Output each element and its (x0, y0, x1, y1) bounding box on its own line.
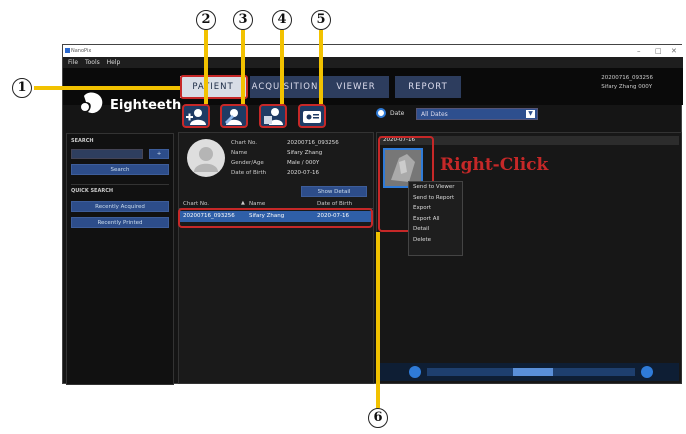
current-patient: Sifary Zhang 000Y (601, 84, 653, 90)
date-select-value: All Dates (421, 111, 448, 118)
chevron-down-icon: ▼ (526, 110, 535, 118)
menu-tools[interactable]: Tools (85, 59, 100, 66)
col-dob[interactable]: Date of Birth (317, 201, 352, 207)
window-title: NanoPix (71, 48, 92, 54)
show-detail-button[interactable]: Show Detail (301, 186, 367, 197)
context-menu: Send to Viewer Send to Report Export Exp… (408, 181, 463, 256)
date-select[interactable]: All Dates ▼ (416, 108, 538, 120)
avatar-icon (194, 147, 218, 172)
callout-4: 4 (272, 10, 292, 30)
maximize-button[interactable]: □ (655, 45, 662, 57)
date-radio[interactable] (376, 108, 386, 118)
add-patient-button[interactable] (182, 104, 210, 128)
current-chart: 20200716_093256 (601, 75, 653, 81)
title-bar: NanoPix – □ ✕ (63, 45, 683, 57)
add-patient-icon (186, 109, 206, 125)
menu-export-all[interactable]: Export All (409, 214, 462, 225)
menu-send-to-viewer[interactable]: Send to Viewer (409, 182, 462, 193)
callout-1: 1 (12, 78, 32, 98)
name-label: Name (231, 150, 248, 156)
patient-card-button[interactable] (298, 104, 326, 128)
row-highlight (178, 208, 373, 228)
brand-name: Eighteeth (110, 98, 182, 113)
left-panel: SEARCH + Search QUICK SEARCH Recently Ac… (66, 133, 174, 385)
scroll-bar[interactable] (379, 363, 679, 381)
gender-age-value: Male / 000Y (287, 160, 320, 166)
delete-patient-icon (264, 108, 283, 125)
scroll-track[interactable] (427, 368, 635, 376)
menu-delete[interactable]: Delete (409, 235, 462, 246)
recently-acquired-button[interactable]: Recently Acquired (71, 201, 169, 212)
dob-label: Date of Birth (231, 170, 267, 176)
tab-report[interactable]: REPORT (395, 76, 461, 98)
callout-2: 2 (196, 10, 216, 30)
scroll-thumb[interactable] (513, 368, 553, 376)
menu-send-to-report[interactable]: Send to Report (409, 193, 462, 204)
tab-acquisition[interactable]: ACQUISITION (250, 76, 320, 98)
name-value: Sifary Zhang (287, 150, 323, 156)
recently-printed-button[interactable]: Recently Printed (71, 217, 169, 228)
tab-viewer[interactable]: VIEWER (323, 76, 389, 98)
scroll-right-icon[interactable] (641, 366, 653, 378)
current-user: 20200716_093256 Sifary Zhang 000Y (601, 74, 653, 92)
gender-age-label: Gender/Age (231, 160, 264, 166)
sort-asc-icon: ▲ (241, 200, 245, 206)
app-logo-icon (65, 48, 70, 53)
menu-help[interactable]: Help (107, 59, 121, 66)
chart-no-value: 20200716_093256 (287, 140, 339, 146)
tooth-logo-icon (81, 92, 103, 114)
right-click-annotation: Right-Click (440, 155, 549, 175)
minimize-button[interactable]: – (637, 45, 641, 57)
quick-search-title: QUICK SEARCH (71, 188, 114, 194)
menu-detail[interactable]: Detail (409, 224, 462, 235)
edit-patient-icon (225, 109, 242, 125)
delete-patient-button[interactable] (259, 104, 287, 128)
callout-5: 5 (311, 10, 331, 30)
callout-6: 6 (368, 408, 388, 428)
scroll-left-icon[interactable] (409, 366, 421, 378)
search-title: SEARCH (71, 138, 94, 144)
dob-value: 2020-07-16 (287, 170, 319, 176)
callout-6-line (376, 232, 380, 408)
callout-4-line (280, 30, 284, 104)
avatar (187, 139, 225, 177)
callout-3-line (241, 30, 245, 104)
divider (71, 184, 169, 185)
add-search-button[interactable]: + (149, 149, 169, 159)
edit-patient-button[interactable] (220, 104, 248, 128)
menu-bar: File Tools Help (63, 57, 683, 68)
callout-3: 3 (233, 10, 253, 30)
brand-logo: Eighteeth (78, 90, 198, 118)
search-button[interactable]: Search (71, 164, 169, 175)
menu-file[interactable]: File (68, 59, 78, 66)
chart-no-label: Chart No. (231, 140, 257, 146)
menu-export[interactable]: Export (409, 203, 462, 214)
col-name[interactable]: Name (249, 201, 265, 207)
patient-panel: Chart No. Name Gender/Age Date of Birth … (178, 132, 374, 384)
callout-2-line (204, 30, 208, 104)
date-radio-label: Date (390, 110, 405, 117)
search-input[interactable] (71, 149, 143, 159)
close-button[interactable]: ✕ (671, 45, 677, 57)
patient-card-icon (303, 111, 321, 123)
callout-5-line (319, 30, 323, 104)
col-chart-no[interactable]: Chart No. (183, 201, 209, 207)
callout-1-line (34, 86, 180, 90)
